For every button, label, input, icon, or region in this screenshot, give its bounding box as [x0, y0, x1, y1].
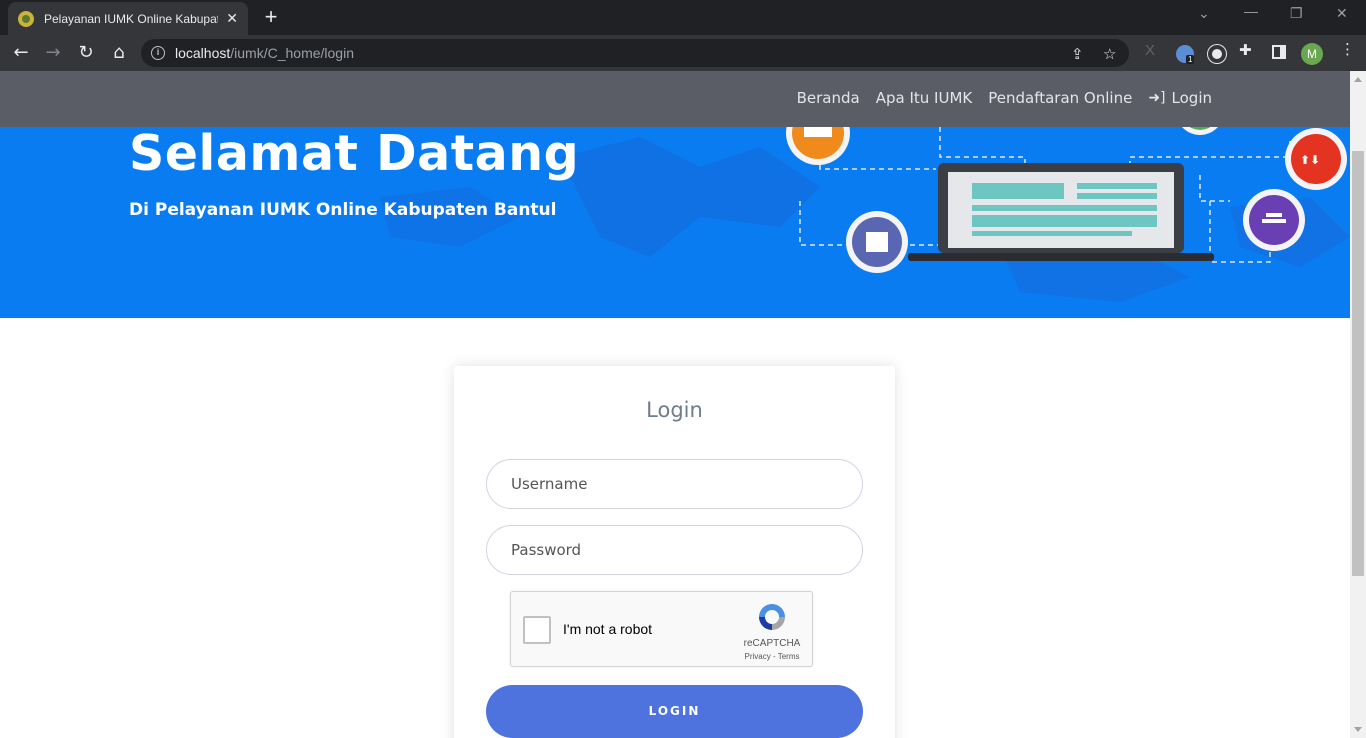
tab-search-icon[interactable]: ⌄: [1198, 5, 1210, 22]
forward-icon[interactable]: →: [40, 40, 66, 66]
side-panel-icon[interactable]: [1272, 45, 1286, 59]
scroll-down-icon[interactable]: [1354, 727, 1362, 732]
browser-tab-bar: Pelayanan IUMK Online Kabupaten Bantul ✕…: [0, 0, 1366, 35]
recaptcha-label: I'm not a robot: [563, 621, 653, 637]
tab-close-icon[interactable]: ✕: [226, 11, 238, 27]
nav-pendaftaran-online-label: Pendaftaran Online: [988, 89, 1133, 107]
minimize-icon[interactable]: —: [1244, 3, 1258, 19]
hero-title: Selamat Datang: [129, 127, 580, 182]
reload-icon[interactable]: ↻: [73, 40, 99, 66]
login-card: Login I'm not a robot reCAPTCHA Privacy …: [454, 366, 895, 738]
address-bar[interactable]: i localhost /iumk/C_home/login ⇪ ☆: [141, 39, 1129, 67]
bookmark-star-icon[interactable]: ☆: [1103, 45, 1116, 63]
nav-apa-itu-iumk[interactable]: Apa Itu IUMK: [876, 89, 973, 107]
page-scrollbar[interactable]: [1350, 71, 1366, 738]
window-close-icon[interactable]: ✕: [1336, 5, 1348, 22]
browser-tab[interactable]: Pelayanan IUMK Online Kabupaten Bantul ✕: [8, 2, 248, 35]
nav-apa-itu-iumk-label: Apa Itu IUMK: [875, 89, 973, 107]
recaptcha-widget: I'm not a robot reCAPTCHA Privacy - Term…: [510, 591, 813, 667]
nav-login[interactable]: ➜] Login: [1148, 89, 1212, 107]
url-path: /iumk/C_home/login: [230, 45, 354, 61]
password-input[interactable]: [486, 525, 863, 575]
back-icon[interactable]: ←: [8, 40, 34, 66]
site-navbar: Beranda Apa Itu IUMK Pendaftaran Online …: [0, 71, 1350, 127]
recaptcha-checkbox[interactable]: [523, 616, 551, 644]
hero-banner: ⬆⬇ Selamat Datang Di Pelayanan IUMK Onli…: [0, 127, 1350, 318]
url-host: localhost: [175, 45, 231, 61]
browser-menu-icon[interactable]: ⋮: [1340, 40, 1355, 58]
sign-in-icon: ➜]: [1148, 90, 1166, 106]
nav-beranda-label: Beranda: [796, 89, 860, 107]
scroll-thumb[interactable]: [1352, 151, 1364, 576]
svg-text:⬆⬇: ⬆⬇: [1300, 153, 1320, 167]
profile-avatar[interactable]: M: [1301, 43, 1323, 65]
tab-title: Pelayanan IUMK Online Kabupaten Bantul: [44, 11, 218, 26]
hero-subtitle: Di Pelayanan IUMK Online Kabupaten Bantu…: [129, 200, 557, 220]
restore-icon[interactable]: ❐: [1290, 5, 1303, 22]
home-icon[interactable]: ⌂: [106, 40, 132, 66]
scroll-up-icon[interactable]: [1354, 77, 1362, 82]
circle-extension-icon[interactable]: [1208, 45, 1226, 63]
nav-pendaftaran-online[interactable]: Pendaftaran Online: [988, 89, 1132, 107]
recaptcha-brand: reCAPTCHA: [743, 638, 801, 649]
login-card-title: Login: [646, 398, 703, 422]
recaptcha-logo-icon: [759, 604, 785, 630]
share-icon[interactable]: ⇪: [1071, 45, 1084, 63]
login-button[interactable]: LOGIN: [486, 685, 863, 738]
extensions-puzzle-icon[interactable]: ✚: [1239, 41, 1252, 59]
nav-login-label: Login: [1171, 89, 1212, 107]
new-tab-button[interactable]: +: [258, 4, 284, 30]
x-extension-icon[interactable]: X: [1145, 42, 1155, 59]
username-input[interactable]: [486, 459, 863, 509]
nav-beranda[interactable]: Beranda: [797, 89, 860, 107]
page-viewport: Beranda Apa Itu IUMK Pendaftaran Online …: [0, 71, 1350, 738]
extension-badge: 1: [1186, 55, 1195, 64]
site-info-icon[interactable]: i: [151, 46, 165, 60]
nav-links: Beranda Apa Itu IUMK Pendaftaran Online …: [797, 89, 1212, 107]
browser-toolbar: ← → ↻ ⌂ i localhost /iumk/C_home/login ⇪…: [0, 35, 1366, 71]
recaptcha-privacy-terms[interactable]: Privacy - Terms: [733, 652, 811, 661]
site-favicon-icon: [18, 10, 34, 27]
